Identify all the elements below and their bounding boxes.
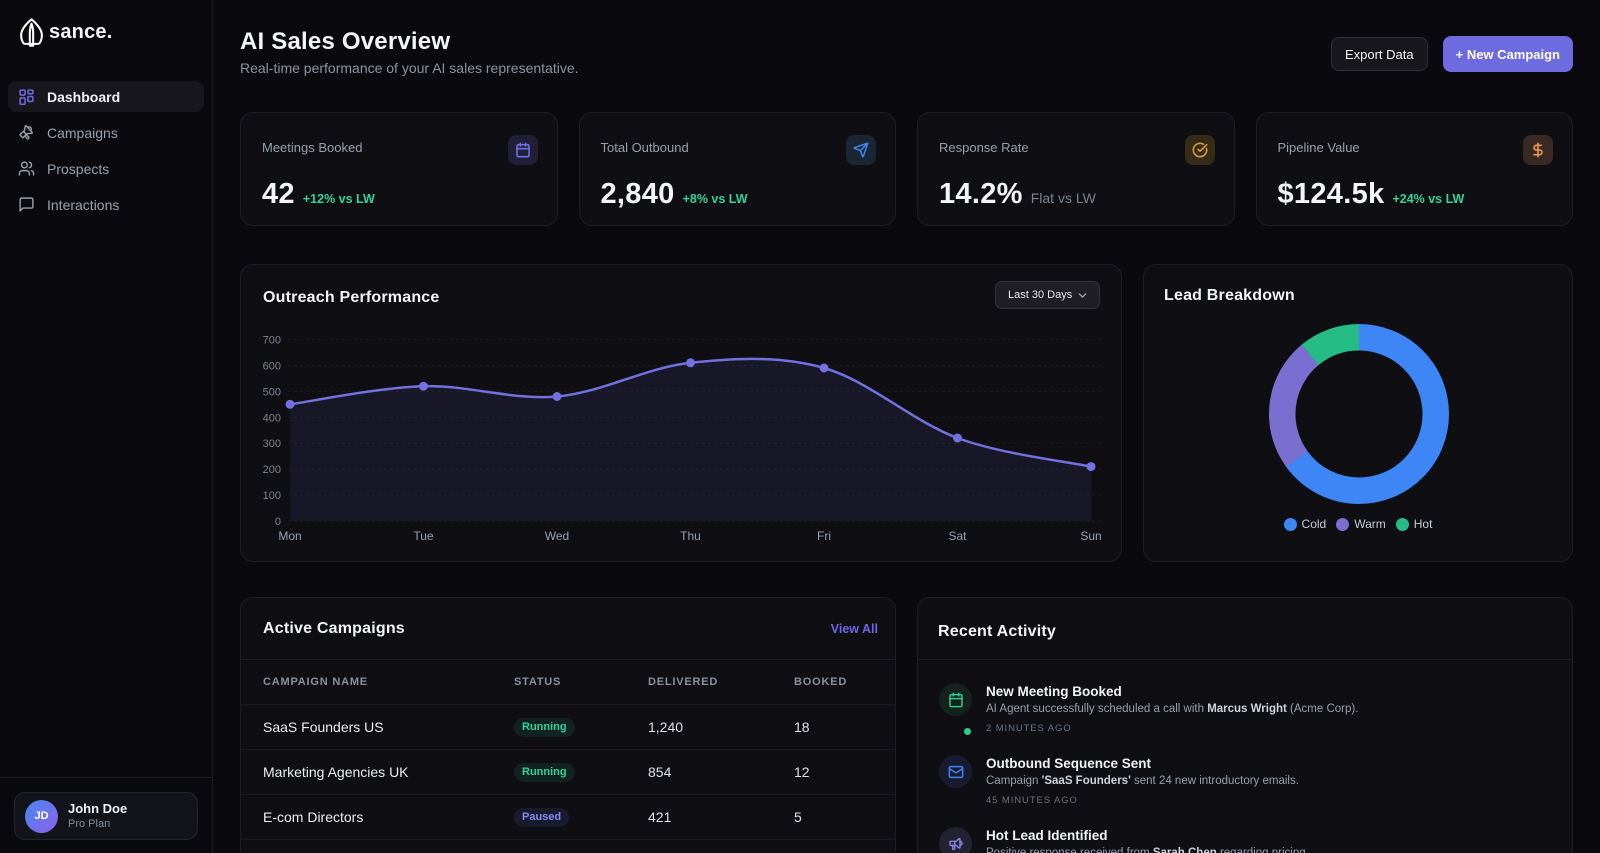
- svg-text:600: 600: [263, 360, 281, 372]
- svg-text:Fri: Fri: [817, 529, 831, 543]
- svg-text:200: 200: [263, 464, 281, 476]
- svg-text:700: 700: [263, 335, 281, 347]
- svg-text:Mon: Mon: [278, 529, 301, 543]
- svg-text:Wed: Wed: [545, 529, 569, 543]
- svg-text:100: 100: [263, 490, 281, 502]
- svg-text:Thu: Thu: [680, 529, 701, 543]
- svg-text:Tue: Tue: [413, 529, 434, 543]
- svg-text:0: 0: [275, 516, 281, 528]
- svg-text:500: 500: [263, 386, 281, 398]
- svg-text:Sun: Sun: [1080, 529, 1101, 543]
- svg-text:400: 400: [263, 412, 281, 424]
- svg-text:Sat: Sat: [948, 529, 967, 543]
- svg-text:300: 300: [263, 438, 281, 450]
